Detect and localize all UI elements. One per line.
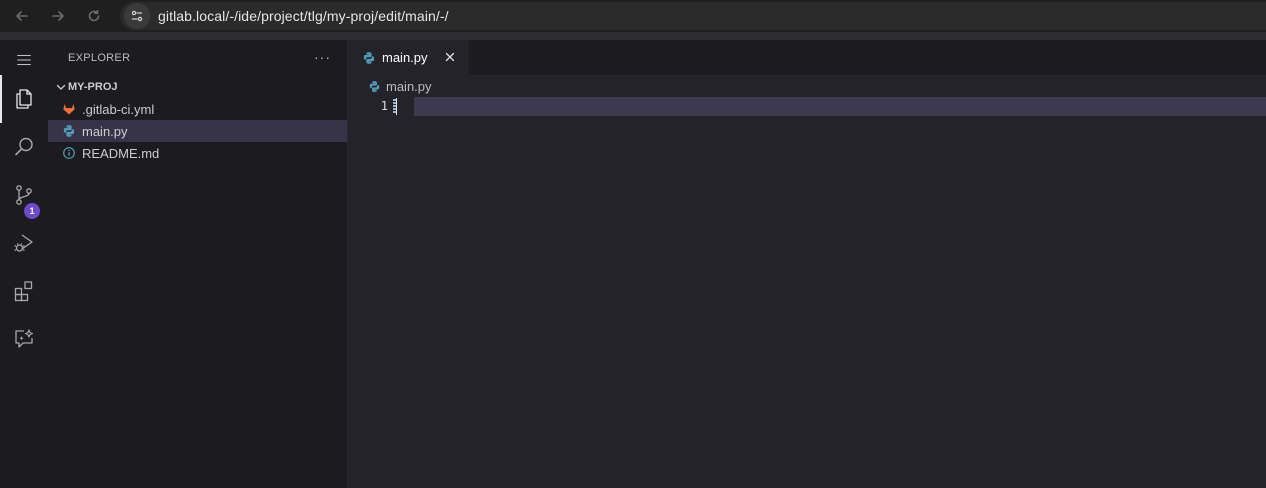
activity-chat[interactable] — [0, 315, 48, 363]
forward-button[interactable] — [40, 0, 76, 32]
activity-extensions[interactable] — [0, 267, 48, 315]
more-actions-button[interactable]: ··· — [314, 50, 331, 64]
file-name: README.md — [82, 145, 160, 161]
browser-toolbar: gitlab.local/-/ide/project/tlg/my-proj/e… — [0, 0, 1266, 32]
browser-divider — [0, 32, 1266, 40]
activity-explorer[interactable] — [0, 75, 48, 123]
gitlab-icon — [62, 102, 76, 116]
info-icon — [62, 146, 76, 160]
text-cursor — [396, 98, 397, 115]
files-icon — [16, 89, 32, 109]
code-line[interactable]: 1 — [348, 97, 1266, 116]
editor-area: main.py main.py 1 — [348, 40, 1266, 488]
tab-label: main.py — [382, 50, 428, 65]
address-bar[interactable]: gitlab.local/-/ide/project/tlg/my-proj/e… — [120, 2, 1266, 30]
explorer-title: EXPLORER — [68, 52, 131, 64]
activity-run-debug[interactable] — [0, 219, 48, 267]
arrow-left-icon — [16, 11, 28, 21]
tab-main-py[interactable]: main.py — [348, 40, 468, 75]
python-icon — [62, 124, 76, 138]
extensions-icon — [14, 281, 33, 302]
search-icon — [15, 137, 33, 156]
file-item-readme[interactable]: README.md — [48, 142, 347, 164]
reload-button[interactable] — [76, 0, 112, 32]
source-control-badge: 1 — [24, 203, 40, 219]
run-debug-icon — [14, 234, 33, 252]
url-text[interactable]: gitlab.local/-/ide/project/tlg/my-proj/e… — [158, 8, 449, 24]
activity-search[interactable] — [0, 123, 48, 171]
file-name: main.py — [82, 123, 128, 139]
project-folder[interactable]: MY-PROJ — [48, 76, 347, 98]
chevron-down-icon — [56, 84, 66, 90]
editor-tabs: main.py — [348, 40, 1266, 75]
chat-sparkle-icon — [15, 329, 34, 348]
arrow-right-icon — [52, 11, 64, 21]
breadcrumb: main.py — [348, 75, 1266, 97]
python-icon — [363, 51, 375, 64]
explorer-sidebar: EXPLORER ··· MY-PROJ .gitlab-ci.yml main… — [48, 40, 348, 488]
reload-icon — [88, 9, 100, 22]
file-item-main-py[interactable]: main.py — [48, 120, 347, 142]
file-name: .gitlab-ci.yml — [82, 101, 155, 117]
project-name: MY-PROJ — [68, 81, 118, 93]
current-line-highlight — [414, 97, 1266, 116]
breadcrumb-file[interactable]: main.py — [386, 79, 432, 94]
site-info-button[interactable] — [124, 3, 150, 29]
activity-source-control[interactable]: 1 — [0, 171, 48, 219]
activity-bar: 1 — [0, 40, 48, 488]
hamburger-icon — [17, 54, 31, 66]
menu-button[interactable] — [0, 40, 48, 80]
line-number: 1 — [380, 99, 388, 113]
back-button[interactable] — [4, 0, 40, 32]
file-item-gitlab-ci[interactable]: .gitlab-ci.yml — [48, 98, 347, 120]
python-icon — [369, 80, 380, 92]
close-icon[interactable] — [443, 50, 457, 64]
tune-icon — [131, 10, 143, 22]
explorer-header: EXPLORER ··· — [48, 40, 347, 76]
